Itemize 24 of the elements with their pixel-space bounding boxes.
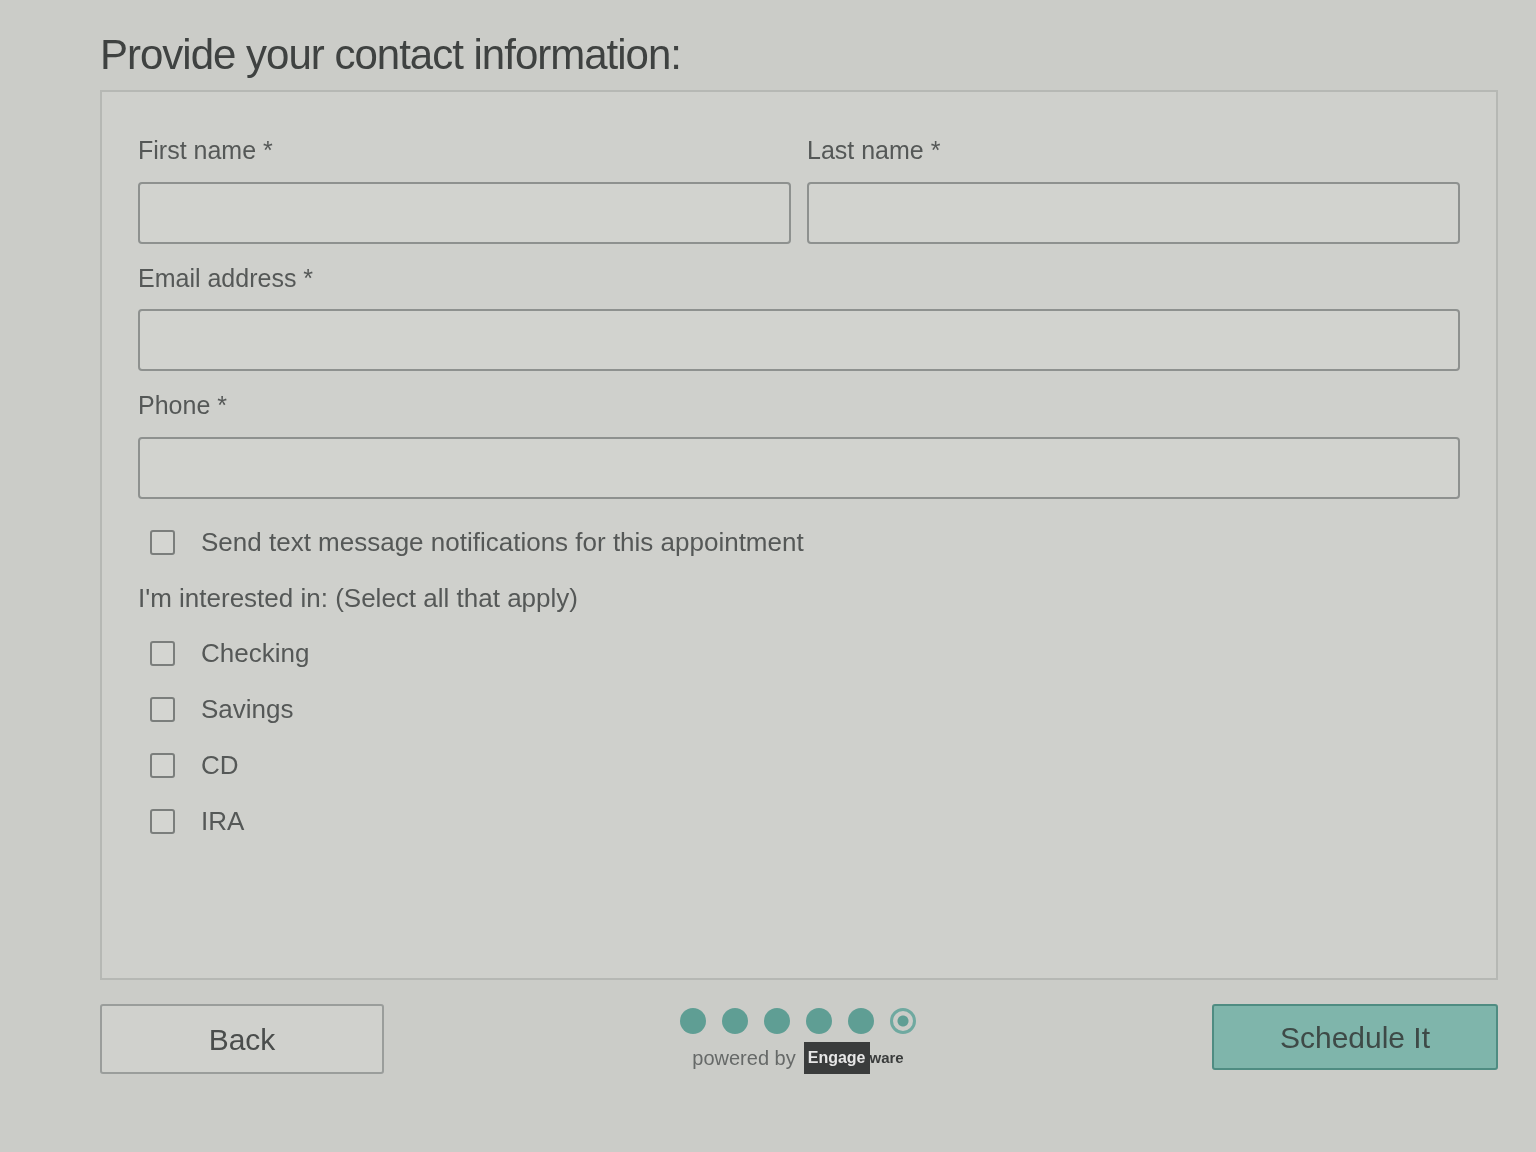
section-label: I'm interested in: (Select all that apply) bbox=[138, 582, 578, 613]
powered-by-text: powered by bbox=[692, 1046, 796, 1072]
field-label: Last name * bbox=[807, 135, 941, 167]
back-button[interactable]: Back bbox=[100, 1004, 384, 1075]
checkbox[interactable] bbox=[150, 530, 175, 556]
checkbox-label[interactable]: IRA bbox=[201, 802, 245, 842]
input-field[interactable] bbox=[138, 181, 791, 244]
checkbox-label[interactable]: Send text message notifications for this appointment bbox=[201, 523, 804, 563]
checkbox-label[interactable]: Checking bbox=[201, 634, 310, 674]
checkbox[interactable] bbox=[150, 697, 175, 723]
input-field[interactable] bbox=[807, 181, 1460, 244]
brand-logo: Engage ware bbox=[803, 1042, 904, 1075]
checkbox[interactable] bbox=[150, 753, 175, 779]
schedule-button[interactable]: Schedule It bbox=[1212, 1004, 1498, 1071]
checkbox[interactable] bbox=[150, 641, 175, 667]
input-field[interactable] bbox=[138, 436, 1460, 499]
field-label: First name * bbox=[138, 135, 273, 167]
field-label: Phone * bbox=[138, 390, 227, 422]
page-title: Provide your contact information: bbox=[100, 30, 682, 80]
checkbox-label[interactable]: Savings bbox=[201, 690, 294, 730]
checkbox-label[interactable]: CD bbox=[201, 746, 239, 786]
checkbox[interactable] bbox=[150, 809, 175, 835]
input-field[interactable] bbox=[138, 309, 1460, 372]
field-label: Email address * bbox=[138, 262, 314, 294]
